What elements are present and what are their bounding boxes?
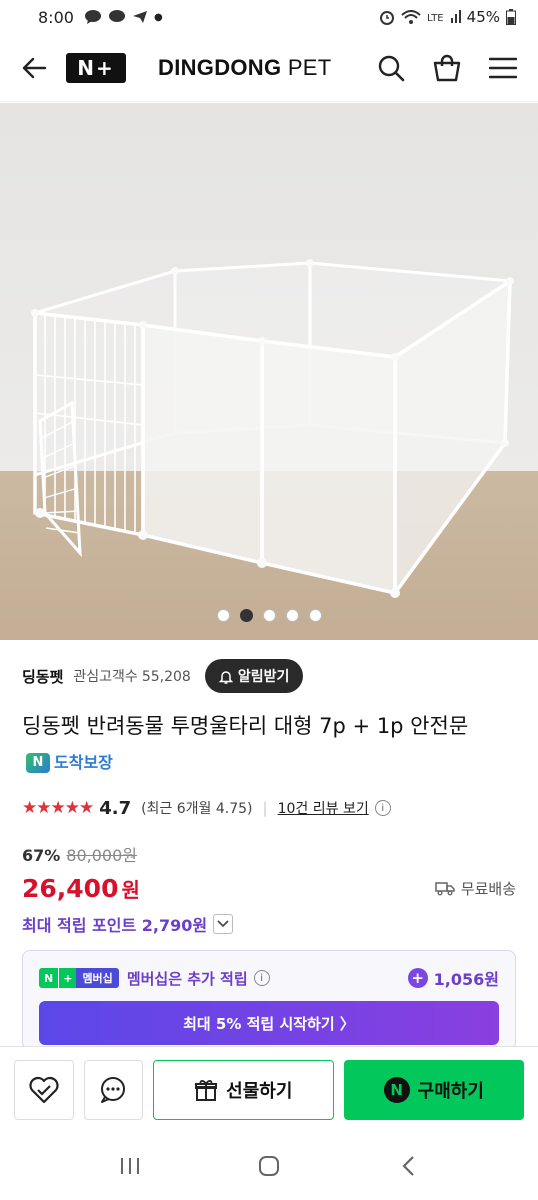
app-header: N+ DINGDONG PET (0, 34, 538, 102)
wifi-icon (400, 10, 421, 24)
system-back-button[interactable] (388, 1146, 428, 1186)
gallery-pagination (0, 609, 538, 622)
menu-button[interactable] (486, 51, 520, 85)
recent-rating: (최근 6개월 4.75) (141, 801, 253, 817)
store-brand[interactable]: DINGDONG PET (158, 55, 332, 81)
gallery-dot-2-active[interactable] (239, 609, 253, 622)
chat-bubble-icon (108, 10, 125, 22)
discount-rate: 67% (22, 846, 61, 865)
home-button[interactable] (249, 1146, 289, 1186)
gallery-dot-3[interactable] (262, 609, 276, 622)
membership-start-button[interactable]: 최대 5% 적립 시작하기 〉 (39, 1001, 499, 1045)
membership-text: 멤버십은 추가 적립 (126, 969, 248, 988)
recent-apps-icon (120, 1158, 139, 1174)
svg-text:LTE: LTE (427, 13, 444, 24)
home-icon (258, 1156, 279, 1176)
original-price: 80,000원 (66, 846, 138, 865)
arrival-n-icon: N (26, 753, 50, 773)
header-actions (374, 51, 520, 85)
divider: | (262, 799, 268, 817)
hamburger-menu-icon (489, 57, 517, 78)
alarm-icon (379, 11, 394, 25)
gift-icon (195, 1079, 218, 1101)
bell-plus-icon (218, 670, 233, 684)
chevron-left-icon (402, 1156, 415, 1176)
price-row: 26,400 원 무료배송 (22, 870, 516, 906)
expand-points-button[interactable] (213, 914, 234, 934)
discount-row: 67% 80,000원 (22, 842, 137, 866)
battery-percent: 45% (466, 8, 500, 26)
alarm-label: 알림받기 (237, 669, 290, 685)
product-image-gallery[interactable] (0, 103, 538, 640)
badge-n: N (39, 968, 59, 988)
seller-info-row: 딩동펫 관심고객수 55,208 알림받기 (22, 656, 516, 696)
status-bar: 8:00 ● LTE 45% (0, 0, 538, 34)
info-icon[interactable]: i (374, 800, 391, 816)
shipping-info: 무료배송 (435, 878, 516, 899)
notification-icons: ● (84, 10, 163, 24)
arrow-left-icon (22, 57, 47, 78)
fans-label: 관심고객수 (73, 669, 138, 685)
gift-label: 선물하기 (226, 1080, 293, 1102)
status-time: 8:00 (38, 7, 74, 27)
purchase-action-bar: 선물하기 N 구매하기 (0, 1046, 538, 1132)
gallery-dot-4[interactable] (285, 609, 299, 622)
delivery-truck-icon (435, 882, 455, 896)
product-title-text: 딩동펫 반려동물 투명울타리 대형 7p + 1p 안전문 (22, 714, 469, 738)
shopping-bag-icon (433, 54, 461, 81)
gallery-dot-1[interactable] (216, 609, 230, 622)
arrival-label: 도착보장 (54, 753, 113, 772)
badge-plus: + (58, 968, 77, 988)
naver-pay-n-icon: N (383, 1076, 410, 1103)
brand-bold: DINGDONG (158, 54, 282, 80)
seller-name-link[interactable]: 딩동펫 (22, 666, 63, 687)
badge-member: 멤버십 (76, 968, 119, 988)
plus-circle-icon: + (407, 968, 428, 988)
gift-button[interactable]: 선물하기 (153, 1059, 334, 1120)
chat-dots-icon (101, 1076, 126, 1103)
fans-count: 관심고객수 55,208 (73, 666, 190, 686)
send-icon (132, 11, 147, 23)
lte-signal-icon: LTE (427, 10, 461, 24)
brand-thin: PET (281, 54, 332, 80)
naver-plus-membership-badge: N + 멤버십 (39, 968, 119, 988)
price-currency: 원 (121, 877, 140, 902)
membership-points: + 1,056원 (407, 966, 499, 990)
battery-icon (506, 9, 516, 25)
membership-summary: N + 멤버십 멤버십은 추가 적립 i + 1,056원 (39, 963, 499, 993)
wishlist-button[interactable] (14, 1059, 74, 1120)
dot-icon: ● (153, 11, 163, 23)
max-points-text: 최대 적립 포인트 2,790원 (22, 916, 208, 935)
heart-check-icon (29, 1076, 59, 1103)
talk-icon (84, 10, 101, 24)
review-link[interactable]: 10건 리뷰 보기 (278, 798, 369, 818)
gallery-dot-5[interactable] (308, 609, 322, 622)
delivery-guarantee-badge[interactable]: N 도착보장 (26, 745, 113, 781)
recent-apps-button[interactable] (110, 1146, 150, 1186)
star-rating-icons: ★★★★★ (22, 798, 94, 818)
membership-info-icon[interactable]: i (253, 970, 270, 986)
buy-label: 구매하기 (417, 1080, 484, 1102)
system-nav-bar (0, 1132, 538, 1200)
product-title: 딩동펫 반려동물 투명울타리 대형 7p + 1p 안전문 N 도착보장 (22, 708, 518, 781)
shipping-label: 무료배송 (460, 879, 516, 898)
cart-button[interactable] (430, 51, 464, 85)
rating-value: 4.7 (99, 797, 132, 819)
back-button[interactable] (18, 52, 50, 84)
talk-inquiry-button[interactable] (83, 1059, 144, 1120)
pet-fence-image (31, 259, 514, 599)
naver-plus-logo[interactable]: N+ (66, 52, 126, 83)
search-icon (378, 55, 405, 81)
rating-row: ★★★★★ 4.7 (최근 6개월 4.75) | 10건 리뷰 보기 i (22, 795, 391, 821)
membership-points-value: 1,056원 (433, 970, 499, 989)
notification-subscribe-button[interactable]: 알림받기 (204, 659, 304, 693)
sale-price: 26,400 (22, 873, 119, 903)
fans-number: 55,208 (141, 669, 191, 685)
membership-box: N + 멤버십 멤버십은 추가 적립 i + 1,056원 최대 5% 적립 시… (22, 950, 516, 1050)
search-button[interactable] (374, 51, 408, 85)
chevron-down-icon (217, 920, 229, 928)
status-right: LTE 45% (379, 8, 516, 26)
max-points-row[interactable]: 최대 적립 포인트 2,790원 (22, 912, 234, 936)
buy-button[interactable]: N 구매하기 (343, 1059, 525, 1120)
